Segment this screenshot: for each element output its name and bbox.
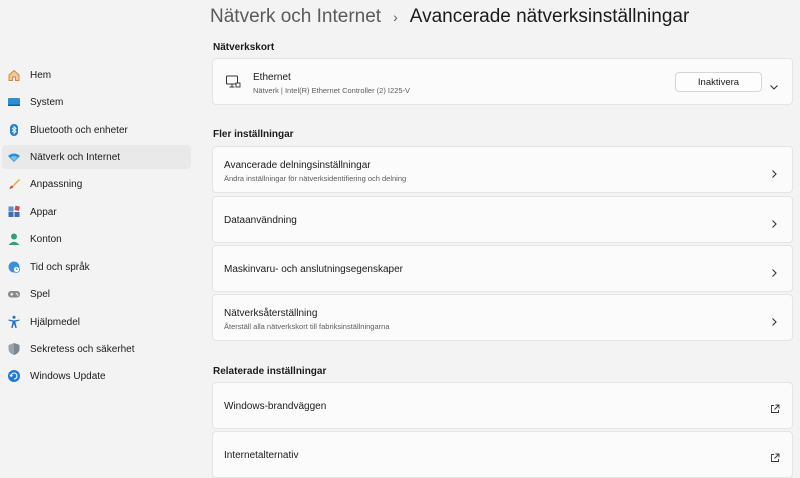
sidebar-item-label: Anpassning [30,178,83,190]
breadcrumb-parent-link[interactable]: Nätverk och Internet [210,6,381,28]
chevron-right-icon [770,166,778,178]
row-title: Avancerade delningsinställningar [224,160,371,171]
external-link-icon [770,450,780,462]
sidebar-item-label: Nätverk och Internet [30,151,121,163]
sidebar-item-home[interactable]: Hem [2,63,191,87]
row-subtitle: Ändra inställningar för nätverksidentifi… [224,174,407,183]
bluetooth-icon [7,123,21,137]
sidebar-item-label: Appar [30,206,57,218]
section-title-more-settings: Fler inställningar [213,129,294,140]
account-icon [7,232,21,246]
row-title: Windows-brandväggen [224,401,327,412]
row-subtitle: Återställ alla nätverkskort till fabriks… [224,322,390,331]
page-title: Avancerade nätverksinställningar [409,6,690,27]
row-title: Maskinvaru- och anslutningsegenskaper [224,264,403,275]
adapter-name: Ethernet [253,72,291,83]
settings-row-advanced-sharing[interactable]: Avancerade delningsinställningar Ändra i… [212,146,793,193]
sidebar-item-label: System [30,96,64,108]
sidebar-item-label: Windows Update [30,370,106,382]
home-icon [7,68,21,82]
sidebar-item-personalization[interactable]: Anpassning [2,172,191,196]
chevron-right-icon [770,265,778,277]
settings-row-network-reset[interactable]: Nätverksåterställning Återställ alla nät… [212,294,793,341]
shield-icon [7,342,21,356]
sidebar-item-windows-update[interactable]: Windows Update [2,364,191,388]
row-title: Internetalternativ [224,450,299,461]
sidebar: Hem System Bluetooth och enheter Nätverk… [0,0,196,476]
external-link-icon [770,401,780,413]
sidebar-item-accounts[interactable]: Konton [2,227,191,251]
sidebar-item-time-language[interactable]: Tid och språk [2,255,191,279]
chevron-down-icon[interactable] [769,78,779,90]
update-icon [7,369,21,383]
breadcrumb: Nätverk och Internet › Avancerade nätver… [210,4,689,30]
chevron-right-icon [770,216,778,228]
sidebar-item-label: Hjälpmedel [30,316,81,328]
sidebar-item-privacy-security[interactable]: Sekretess och säkerhet [2,337,191,361]
sidebar-item-accessibility[interactable]: Hjälpmedel [2,310,191,334]
breadcrumb-separator: › [393,9,398,25]
brush-icon [7,177,21,191]
gamepad-icon [7,287,21,301]
sidebar-item-apps[interactable]: Appar [2,200,191,224]
sidebar-item-label: Tid och språk [30,261,90,273]
settings-row-internet-options[interactable]: Internetalternativ [212,431,793,478]
section-title-network-adapters: Nätverkskort [213,42,275,53]
adapter-card-ethernet[interactable]: Ethernet Nätverk | Intel(R) Ethernet Con… [212,58,793,105]
sidebar-item-label: Bluetooth och enheter [30,124,128,136]
row-title: Dataanvändning [224,215,297,226]
globe-clock-icon [7,260,21,274]
sidebar-item-label: Hem [30,69,52,81]
section-title-related-settings: Relaterade inställningar [213,366,327,377]
settings-row-data-usage[interactable]: Dataanvändning [212,196,793,243]
sidebar-item-label: Sekretess och säkerhet [30,343,135,355]
sidebar-item-system[interactable]: System [2,90,191,114]
apps-icon [7,205,21,219]
sidebar-item-gaming[interactable]: Spel [2,282,191,306]
network-icon [7,150,21,164]
sidebar-item-label: Spel [30,288,51,300]
chevron-right-icon [770,314,778,326]
system-icon [7,95,21,109]
sidebar-item-label: Konton [30,233,62,245]
settings-row-hardware-properties[interactable]: Maskinvaru- och anslutningsegenskaper [212,245,793,292]
sidebar-item-network[interactable]: Nätverk och Internet [2,145,191,169]
ethernet-icon [225,74,241,90]
adapter-description: Nätverk | Intel(R) Ethernet Controller (… [253,86,411,95]
sidebar-item-bluetooth[interactable]: Bluetooth och enheter [2,118,191,142]
accessibility-icon [7,315,21,329]
disable-adapter-button[interactable]: Inaktivera [675,72,762,92]
row-title: Nätverksåterställning [224,308,318,319]
settings-row-windows-firewall[interactable]: Windows-brandväggen [212,382,793,429]
